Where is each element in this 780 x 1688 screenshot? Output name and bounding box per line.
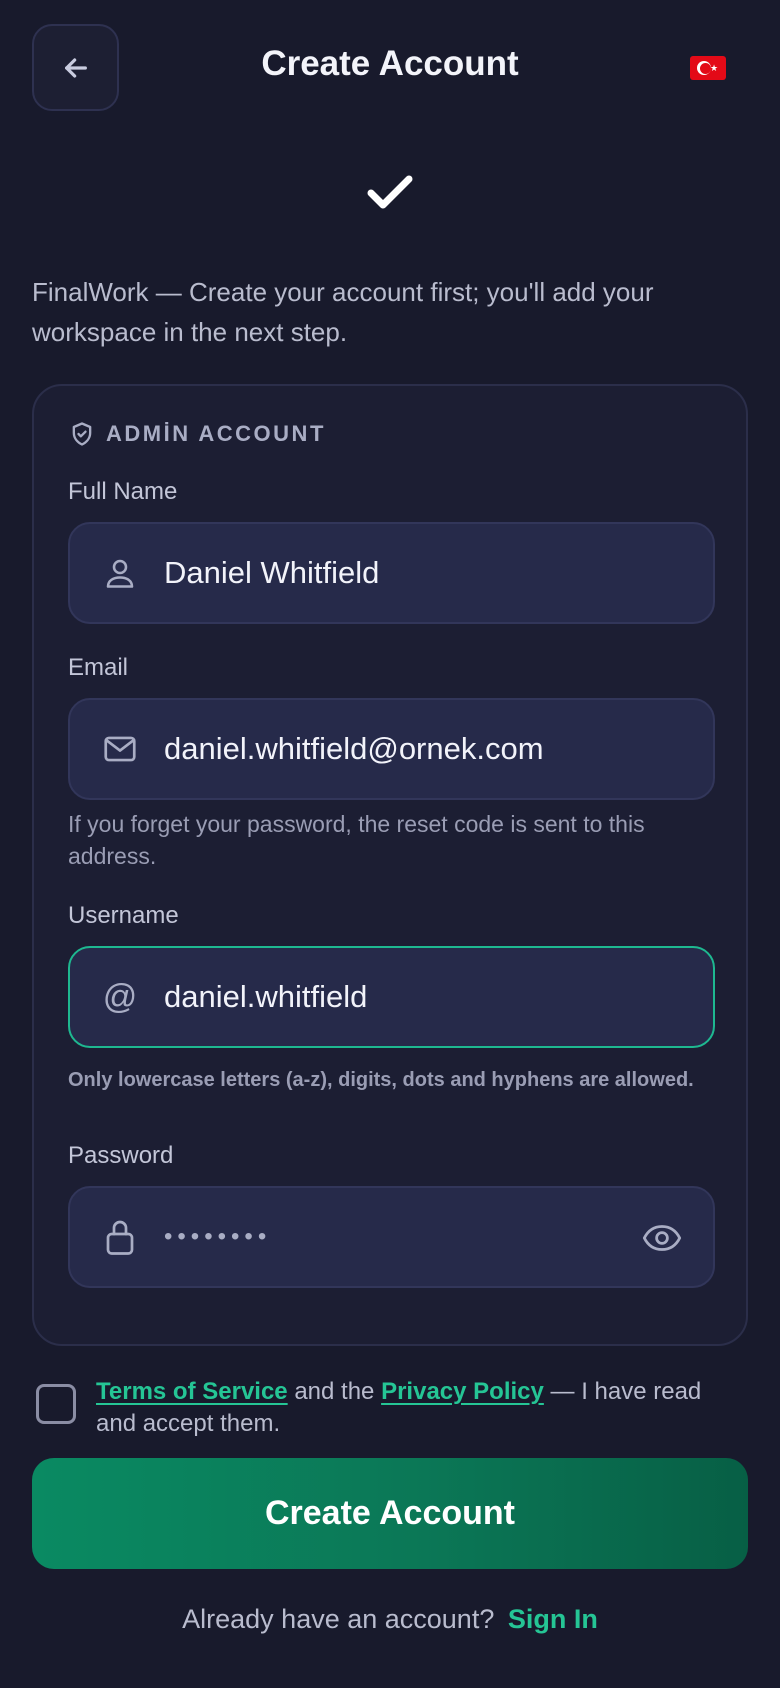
page-title: Create Account [261, 44, 519, 83]
terms-text: Terms of Service and the Privacy Policy … [96, 1378, 702, 1437]
full-name-field[interactable]: Daniel Whitfield [68, 522, 715, 624]
section-label: ADMİN ACCOUNT [106, 421, 326, 446]
password-label: Password [68, 1142, 174, 1169]
username-label: Username [68, 902, 179, 929]
create-account-button[interactable]: Create Account [32, 1458, 748, 1569]
terms-of-service-link[interactable]: Terms of Service [96, 1378, 288, 1405]
admin-account-card: ADMİN ACCOUNT Full Name Daniel Whitfield… [32, 384, 748, 1346]
password-field[interactable]: •••••••• [68, 1186, 715, 1288]
email-field[interactable]: daniel.whitfield@ornek.com [68, 698, 715, 800]
username-value: daniel.whitfield [164, 979, 368, 1014]
username-field[interactable]: @ daniel.whitfield [68, 946, 715, 1048]
signin-question: Already have an account? [182, 1604, 495, 1634]
full-name-value: Daniel Whitfield [164, 555, 380, 590]
user-icon [70, 524, 170, 622]
section-header: ADMİN ACCOUNT [68, 420, 326, 448]
privacy-policy-link[interactable]: Privacy Policy [381, 1378, 544, 1405]
password-value: •••••••• [164, 1223, 272, 1250]
email-value: daniel.whitfield@ornek.com [164, 731, 544, 766]
at-sign-icon: @ [102, 977, 138, 1016]
terms-checkbox[interactable] [36, 1384, 76, 1424]
show-password-button[interactable] [641, 1218, 683, 1258]
mail-icon [70, 700, 170, 798]
shield-check-icon [72, 422, 92, 446]
lock-icon [70, 1188, 170, 1286]
eye-icon [642, 1225, 682, 1251]
turkey-flag-icon[interactable]: ★ [690, 56, 726, 80]
checkmark-icon [366, 172, 414, 217]
full-name-label: Full Name [68, 478, 178, 505]
intro-text: FinalWork — Create your account first; y… [32, 277, 654, 347]
email-hint: If you forget your password, the reset c… [68, 811, 645, 869]
username-hint: Only lowercase letters (a-z), digits, do… [68, 1069, 694, 1091]
email-label: Email [68, 654, 129, 681]
signin-prompt: Already have an account? Sign In [0, 1604, 780, 1635]
sign-in-link[interactable]: Sign In [508, 1604, 598, 1634]
create-account-screen: Create Account ★ FinalWork — Create your… [0, 0, 780, 1688]
